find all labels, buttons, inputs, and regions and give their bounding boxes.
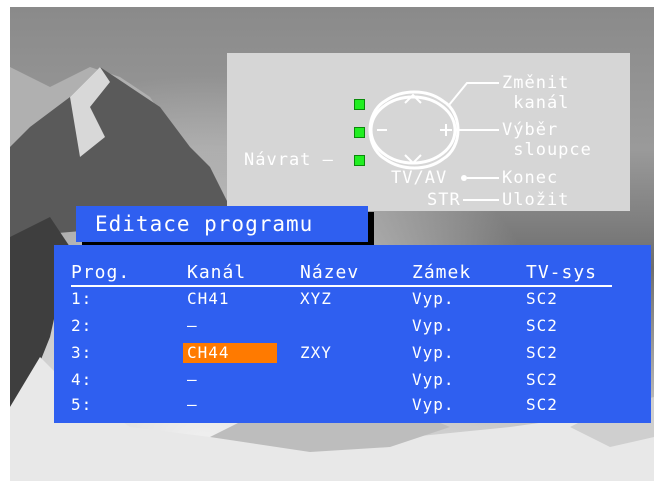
cell-tvsys: SC2: [526, 370, 558, 389]
green-led-top: [355, 100, 364, 109]
header-underline: [71, 285, 612, 287]
cell-kanal: CH41: [187, 289, 230, 308]
cell-kanal: –: [187, 370, 198, 389]
program-table: Prog. Kanál Název Zámek TV-sys 1: CH41 X…: [54, 245, 651, 423]
str-label: STR: [427, 190, 461, 210]
cell-tvsys: SC2: [526, 343, 558, 362]
cell-prog: 2:: [71, 316, 93, 335]
green-led-bottom: [355, 156, 364, 165]
cell-prog: 4:: [71, 370, 93, 389]
exit-label: Konec: [502, 168, 559, 188]
cell-prog: 1:: [71, 289, 93, 308]
cell-zamek: Vyp.: [412, 370, 455, 389]
save-label: Uložit: [502, 190, 570, 210]
cell-kanal-highlighted[interactable]: CH44: [183, 343, 277, 363]
cell-prog: 5:: [71, 395, 93, 414]
column-header-prog: Prog.: [71, 262, 131, 283]
cell-tvsys: SC2: [526, 289, 558, 308]
cell-tvsys: SC2: [526, 316, 558, 335]
green-led-middle: [355, 128, 364, 137]
back-label: Návrat –: [244, 150, 334, 170]
cell-prog: 3:: [71, 343, 93, 362]
remote-help-panel: Změnit kanál Výběr sloupce Konec Uložit …: [227, 53, 630, 211]
cell-nazev: ZXY: [300, 343, 332, 362]
cell-zamek: Vyp.: [412, 395, 455, 414]
cell-zamek: Vyp.: [412, 343, 455, 362]
column-header-nazev: Název: [300, 262, 360, 283]
title-tab: Editace programu: [76, 206, 368, 242]
cell-nazev: XYZ: [300, 289, 332, 308]
menu-title: Editace programu: [95, 212, 314, 236]
tv-av-label: TV/AV: [391, 168, 448, 188]
cell-zamek: Vyp.: [412, 316, 455, 335]
change-channel-label: Změnit kanál: [502, 73, 570, 113]
cell-zamek: Vyp.: [412, 289, 455, 308]
cell-kanal: –: [187, 316, 198, 335]
cell-kanal: –: [187, 395, 198, 414]
column-header-kanal: Kanál: [187, 262, 247, 283]
tv-screen: Změnit kanál Výběr sloupce Konec Uložit …: [10, 7, 654, 481]
cell-tvsys: SC2: [526, 395, 558, 414]
column-header-zamek: Zámek: [412, 262, 472, 283]
column-header-tvsys: TV-sys: [526, 262, 598, 283]
select-column-label: Výběr sloupce: [502, 120, 592, 160]
